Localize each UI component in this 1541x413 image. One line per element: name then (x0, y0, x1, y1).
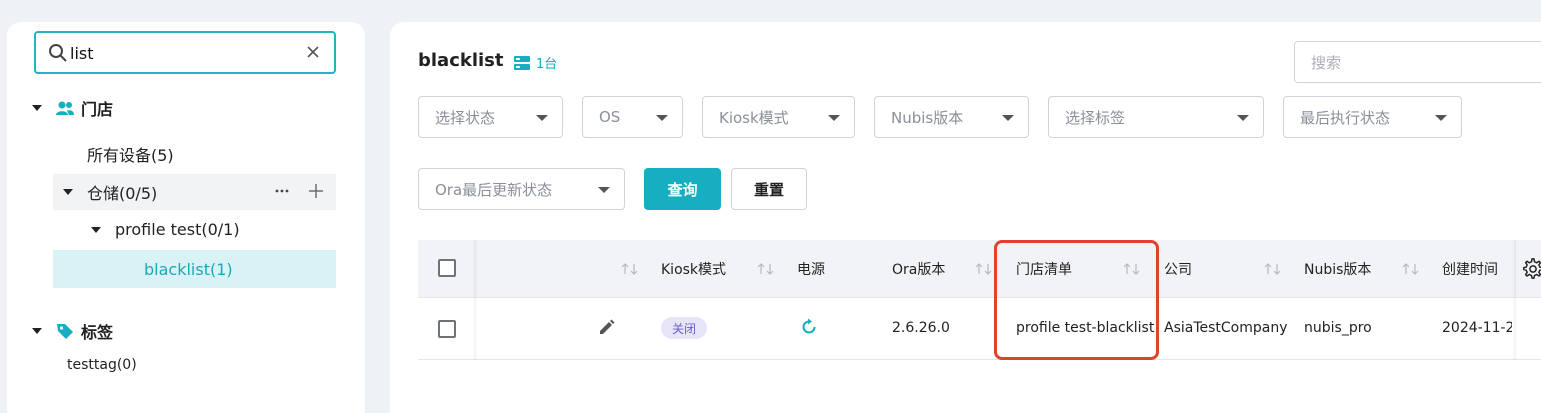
chevron-down-icon (656, 115, 668, 121)
sort-icon[interactable] (1263, 262, 1283, 276)
tree-item-warehouse[interactable]: 仓储(0/5) (53, 174, 336, 210)
company-cell: AsiaTestCompany (1164, 320, 1288, 336)
device-search-input[interactable] (1311, 52, 1511, 74)
table-header: Kiosk模式 电源 Ora版本 门店清单 公司 Nubis版本 创建时间 (418, 240, 1541, 298)
ora-version-cell: 2.6.26.0 (892, 320, 950, 336)
search-icon (49, 44, 67, 62)
nubis-version-cell: nubis_pro (1304, 320, 1372, 336)
caret-down-icon[interactable] (91, 225, 101, 235)
status-select-label: 选择状态 (435, 108, 496, 127)
chevron-down-icon (1435, 115, 1447, 121)
tree-item-testtag-label: testtag(0) (67, 357, 137, 373)
caret-down-icon[interactable] (63, 187, 73, 197)
query-button[interactable]: 查询 (644, 168, 721, 210)
last-exec-status-select[interactable]: 最后执行状态 (1283, 96, 1462, 138)
column-header-kiosk[interactable]: Kiosk模式 (661, 259, 726, 279)
tree-item-all-devices-label: 所有设备(5) (87, 146, 174, 165)
page-title: blacklist (418, 50, 504, 71)
tree-search-box[interactable] (34, 31, 336, 74)
reset-button[interactable]: 重置 (731, 168, 807, 210)
section-tags[interactable]: 标签 (7, 319, 113, 343)
device-search-box[interactable] (1294, 41, 1541, 83)
column-header-created[interactable]: 创建时间 (1442, 259, 1498, 279)
sort-icon[interactable] (620, 262, 640, 276)
tag-icon (57, 324, 73, 339)
nubis-version-select[interactable]: Nubis版本 (874, 96, 1029, 138)
sort-icon[interactable] (1401, 262, 1421, 276)
clear-icon[interactable] (304, 43, 322, 61)
column-header-ora-version[interactable]: Ora版本 (892, 259, 945, 279)
tree-item-profile-test-label: profile test(0/1) (115, 220, 240, 239)
tree-item-blacklist-label: blacklist(1) (144, 259, 233, 279)
last-exec-status-select-label: 最后执行状态 (1300, 108, 1391, 127)
ora-update-status-select-label: Ora最后更新状态 (435, 180, 553, 199)
server-icon (514, 55, 530, 70)
store-list-cell: profile test-blacklist (1016, 320, 1155, 336)
row-checkbox[interactable] (438, 320, 456, 338)
chevron-down-icon (1237, 115, 1249, 121)
tree-item-profile-test[interactable]: profile test(0/1) (91, 220, 240, 239)
column-header-power[interactable]: 电源 (797, 259, 825, 279)
tag-select-label: 选择标签 (1065, 108, 1126, 127)
column-header-company[interactable]: 公司 (1164, 259, 1192, 279)
chevron-down-icon (1002, 115, 1014, 121)
refresh-icon[interactable] (800, 318, 818, 336)
os-select-label: OS (599, 108, 621, 126)
os-select[interactable]: OS (582, 96, 683, 138)
select-all-checkbox[interactable] (438, 259, 456, 277)
nubis-version-select-label: Nubis版本 (891, 108, 964, 127)
created-cell: 2024-11-20 (1442, 320, 1512, 336)
sort-icon[interactable] (974, 262, 994, 276)
edit-icon[interactable] (598, 318, 616, 336)
tree-search-input[interactable] (70, 41, 300, 65)
chevron-down-icon (828, 115, 840, 121)
column-header-nubis-version[interactable]: Nubis版本 (1304, 259, 1371, 279)
device-tree-panel: 门店 所有设备(5) 仓储(0/5) profile test(0/1) bla… (7, 22, 365, 413)
users-icon (56, 101, 74, 115)
status-select[interactable]: 选择状态 (418, 96, 563, 138)
device-table: Kiosk模式 电源 Ora版本 门店清单 公司 Nubis版本 创建时间 关闭… (418, 240, 1541, 362)
ora-update-status-select[interactable]: Ora最后更新状态 (418, 168, 625, 210)
tag-select[interactable]: 选择标签 (1048, 96, 1264, 138)
tree-item-warehouse-label: 仓储(0/5) (87, 184, 158, 203)
sort-icon[interactable] (1122, 262, 1142, 276)
device-count: 1台 (514, 53, 557, 72)
kiosk-select[interactable]: Kiosk模式 (702, 96, 855, 138)
plus-icon[interactable] (308, 183, 324, 199)
section-stores[interactable]: 门店 (7, 96, 113, 120)
chevron-down-icon (598, 187, 610, 193)
more-icon[interactable] (275, 184, 289, 198)
section-stores-label: 门店 (81, 100, 114, 119)
kiosk-status-badge: 关闭 (661, 317, 707, 339)
device-count-label: 1台 (536, 57, 558, 72)
chevron-down-icon (536, 115, 548, 121)
sort-icon[interactable] (756, 262, 776, 276)
gear-icon[interactable] (1522, 258, 1541, 280)
section-tags-label: 标签 (81, 323, 114, 342)
column-header-store-list[interactable]: 门店清单 (1016, 259, 1072, 279)
tree-item-all-devices[interactable]: 所有设备(5) (87, 142, 174, 166)
tree-item-blacklist[interactable]: blacklist(1) (53, 250, 336, 288)
caret-down-icon[interactable] (31, 102, 43, 114)
table-row[interactable]: 关闭 2.6.26.0 profile test-blacklist AsiaT… (418, 298, 1541, 360)
device-list-panel: blacklist 1台 选择状态 OS Kiosk模式 Nubis版本 选择标… (390, 22, 1541, 413)
fixed-column-divider (1512, 240, 1516, 360)
kiosk-select-label: Kiosk模式 (719, 108, 789, 127)
caret-down-icon[interactable] (31, 325, 43, 337)
tree-item-testtag[interactable]: testtag(0) (67, 357, 137, 373)
fixed-column-divider (474, 240, 478, 360)
